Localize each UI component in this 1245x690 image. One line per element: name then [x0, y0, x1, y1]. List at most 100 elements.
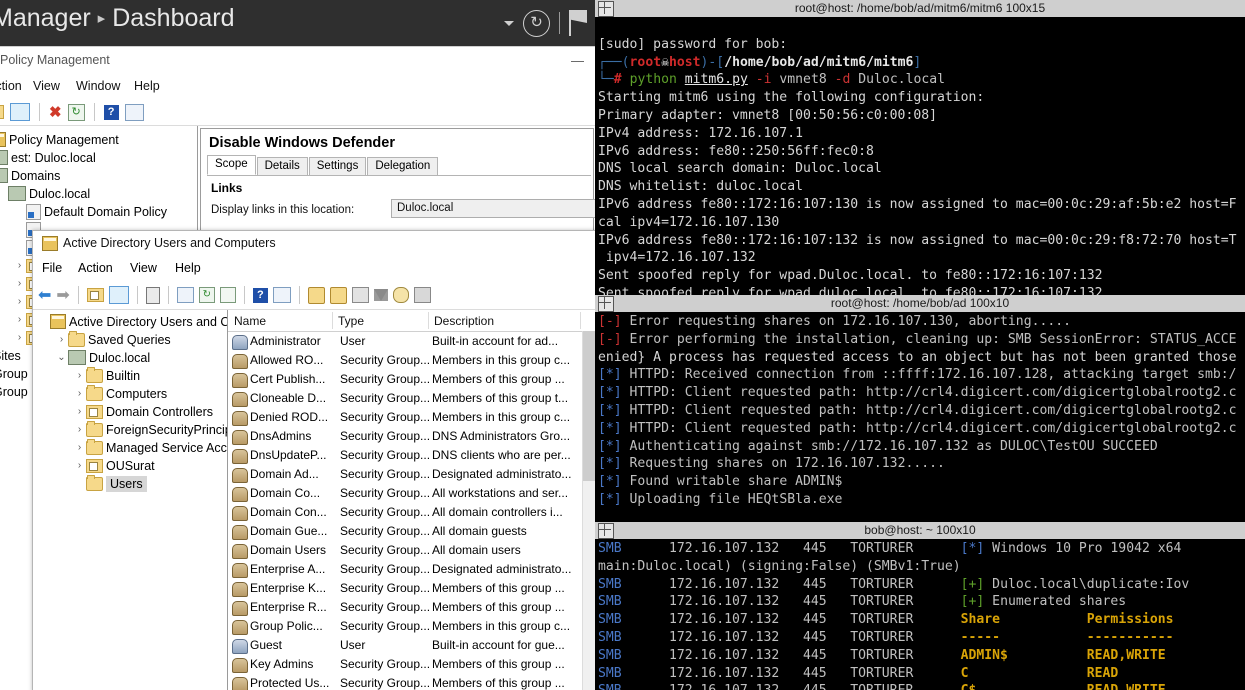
chevron-icon[interactable]: › [13, 332, 26, 343]
table-row[interactable]: Protected Us... Security Group... Members … [228, 674, 596, 690]
table-row[interactable]: Denied ROD... Security Group... Members in… [228, 408, 596, 427]
flag-icon[interactable] [569, 10, 587, 36]
gpmc-tree-item[interactable]: Group [0, 382, 28, 401]
chevron-icon[interactable]: › [73, 424, 86, 435]
terminal-crackmapexec[interactable]: bob@host: ~ 100x10 SMB 172.16.107.132 44… [595, 522, 1245, 690]
table-row[interactable]: Guest User Built-in account for gue... [228, 636, 596, 655]
links-location-select[interactable]: Duloc.local [391, 199, 596, 218]
breadcrumb-parent[interactable]: Manager [0, 4, 91, 32]
aduc-tree-item-duloc-local[interactable]: ⌄ Duloc.local [55, 348, 150, 367]
up-folder-icon[interactable] [0, 105, 4, 119]
display-icon[interactable] [176, 287, 194, 303]
table-row[interactable]: Domain Ad... Security Group... Designated … [228, 465, 596, 484]
menu-action[interactable]: Action [0, 79, 22, 93]
chevron-icon[interactable]: › [13, 314, 26, 325]
aduc-tree-item-managed-service-accoun[interactable]: › Managed Service Accoun [73, 438, 227, 457]
chevron-icon[interactable]: › [13, 278, 26, 289]
aduc-tree[interactable]: Active Directory Users and Com›Saved Que… [33, 310, 228, 690]
menu-help[interactable]: Help [134, 79, 160, 93]
aduc-tree-item-active-directory-users-and-com[interactable]: Active Directory Users and Com [37, 312, 227, 331]
menu-view[interactable]: View [33, 79, 60, 93]
terminal-menu-icon[interactable] [598, 1, 614, 17]
tab-delegation[interactable]: Delegation [367, 157, 439, 175]
terminal-menu-icon[interactable] [598, 296, 614, 312]
export-list-icon[interactable] [219, 287, 236, 303]
column-header-type[interactable]: Type [338, 314, 364, 328]
query-icon[interactable] [413, 287, 431, 303]
column-divider[interactable] [332, 312, 333, 329]
aduc-tree-item-ousurat[interactable]: › OUSurat [73, 456, 155, 475]
menu-window[interactable]: Window [76, 79, 120, 93]
gpmc-tree-item[interactable]: Default Domain Policy [13, 202, 167, 221]
gpmc-tree-item[interactable]: Domains [0, 166, 60, 185]
table-row[interactable]: Administrator User Built-in account for ad… [228, 332, 596, 351]
breadcrumb-current[interactable]: Dashboard [112, 4, 234, 32]
aduc-tree-item-builtin[interactable]: › Builtin [73, 366, 140, 385]
table-row[interactable]: Cloneable D... Security Group... Members o… [228, 389, 596, 408]
back-arrow-icon[interactable]: ⬅ [38, 285, 51, 305]
gpmc-tree-item[interactable]: est: Duloc.local [0, 148, 96, 167]
table-row[interactable]: DnsUpdateP... Security Group... DNS client… [228, 446, 596, 465]
column-header-name[interactable]: Name [234, 314, 266, 328]
tab-scope[interactable]: Scope [207, 155, 256, 175]
column-divider[interactable] [580, 312, 581, 329]
menu-action[interactable]: Action [78, 261, 113, 275]
gpmc-tree-item[interactable]: Duloc.local [0, 184, 90, 203]
console-icon[interactable] [124, 103, 144, 121]
table-row[interactable]: Enterprise A... Security Group... Designat… [228, 560, 596, 579]
aduc-tree-item-domain-controllers[interactable]: › Domain Controllers [73, 402, 213, 421]
table-row[interactable]: DnsAdmins Security Group... DNS Administra… [228, 427, 596, 446]
delete-icon[interactable]: ✖ [49, 103, 62, 121]
help-icon[interactable]: ? [252, 287, 268, 303]
forward-arrow-icon[interactable]: ➡ [56, 285, 69, 305]
chevron-icon[interactable]: › [13, 260, 26, 271]
chevron-icon[interactable]: › [73, 442, 86, 453]
table-row[interactable]: Key Admins Security Group... Members of th… [228, 655, 596, 674]
menu-view[interactable]: View [130, 261, 157, 275]
chevron-icon[interactable]: › [13, 296, 26, 307]
table-row[interactable]: Domain Users Security Group... All domain … [228, 541, 596, 560]
filter-icon[interactable] [373, 289, 388, 301]
column-header-description[interactable]: Description [434, 314, 494, 328]
console-icon[interactable] [272, 287, 291, 303]
table-row[interactable]: Cert Publish... Security Group... Members … [228, 370, 596, 389]
chevron-icon[interactable]: › [73, 406, 86, 417]
caret-down-icon[interactable] [504, 20, 514, 26]
menu-file[interactable]: File [42, 261, 62, 275]
show-hide-tree-icon[interactable] [108, 286, 129, 304]
gpmc-tree-item[interactable]: Policy Management [0, 130, 119, 149]
properties-icon[interactable] [145, 286, 160, 304]
chevron-icon[interactable]: › [73, 460, 86, 471]
aduc-tree-item-computers[interactable]: › Computers [73, 384, 167, 403]
tab-settings[interactable]: Settings [308, 157, 367, 175]
table-row[interactable]: Domain Con... Security Group... All domain… [228, 503, 596, 522]
terminal-menu-icon[interactable] [598, 523, 614, 539]
new-user-icon[interactable] [307, 286, 325, 304]
table-row[interactable]: Allowed RO... Security Group... Members in… [228, 351, 596, 370]
terminal-mitm6[interactable]: root@host: /home/bob/ad/mitm6/mitm6 100x… [595, 0, 1245, 295]
aduc-tree-item-foreignsecurityprincipals[interactable]: › ForeignSecurityPrincipals [73, 420, 227, 439]
chevron-icon[interactable]: › [55, 334, 68, 345]
table-row[interactable]: Enterprise R... Security Group... Members … [228, 598, 596, 617]
minimize-button[interactable]: — [571, 53, 584, 68]
help-icon[interactable]: ? [103, 104, 119, 120]
new-container-icon[interactable] [351, 287, 369, 303]
table-row[interactable]: Domain Gue... Security Group... All domain… [228, 522, 596, 541]
new-group-icon[interactable] [329, 286, 347, 304]
tab-details[interactable]: Details [256, 157, 308, 175]
aduc-tree-item-users[interactable]: Users [73, 474, 147, 493]
gpmc-tree-item[interactable]: Sites [0, 346, 21, 365]
show-hide-tree-icon[interactable] [10, 103, 30, 121]
aduc-tree-item-saved-queries[interactable]: › Saved Queries [55, 330, 171, 349]
chevron-icon[interactable]: › [73, 388, 86, 399]
list-scrollbar[interactable] [582, 331, 596, 690]
table-row[interactable]: Domain Co... Security Group... All worksta… [228, 484, 596, 503]
table-row[interactable]: Enterprise K... Security Group... Members … [228, 579, 596, 598]
find-icon[interactable] [392, 287, 409, 303]
refresh-icon[interactable]: ↻ [198, 287, 215, 303]
up-folder-icon[interactable] [86, 288, 104, 302]
menu-help[interactable]: Help [175, 261, 201, 275]
column-divider[interactable] [428, 312, 429, 329]
refresh-icon[interactable]: ↻ [523, 9, 550, 37]
chevron-icon[interactable]: › [73, 370, 86, 381]
